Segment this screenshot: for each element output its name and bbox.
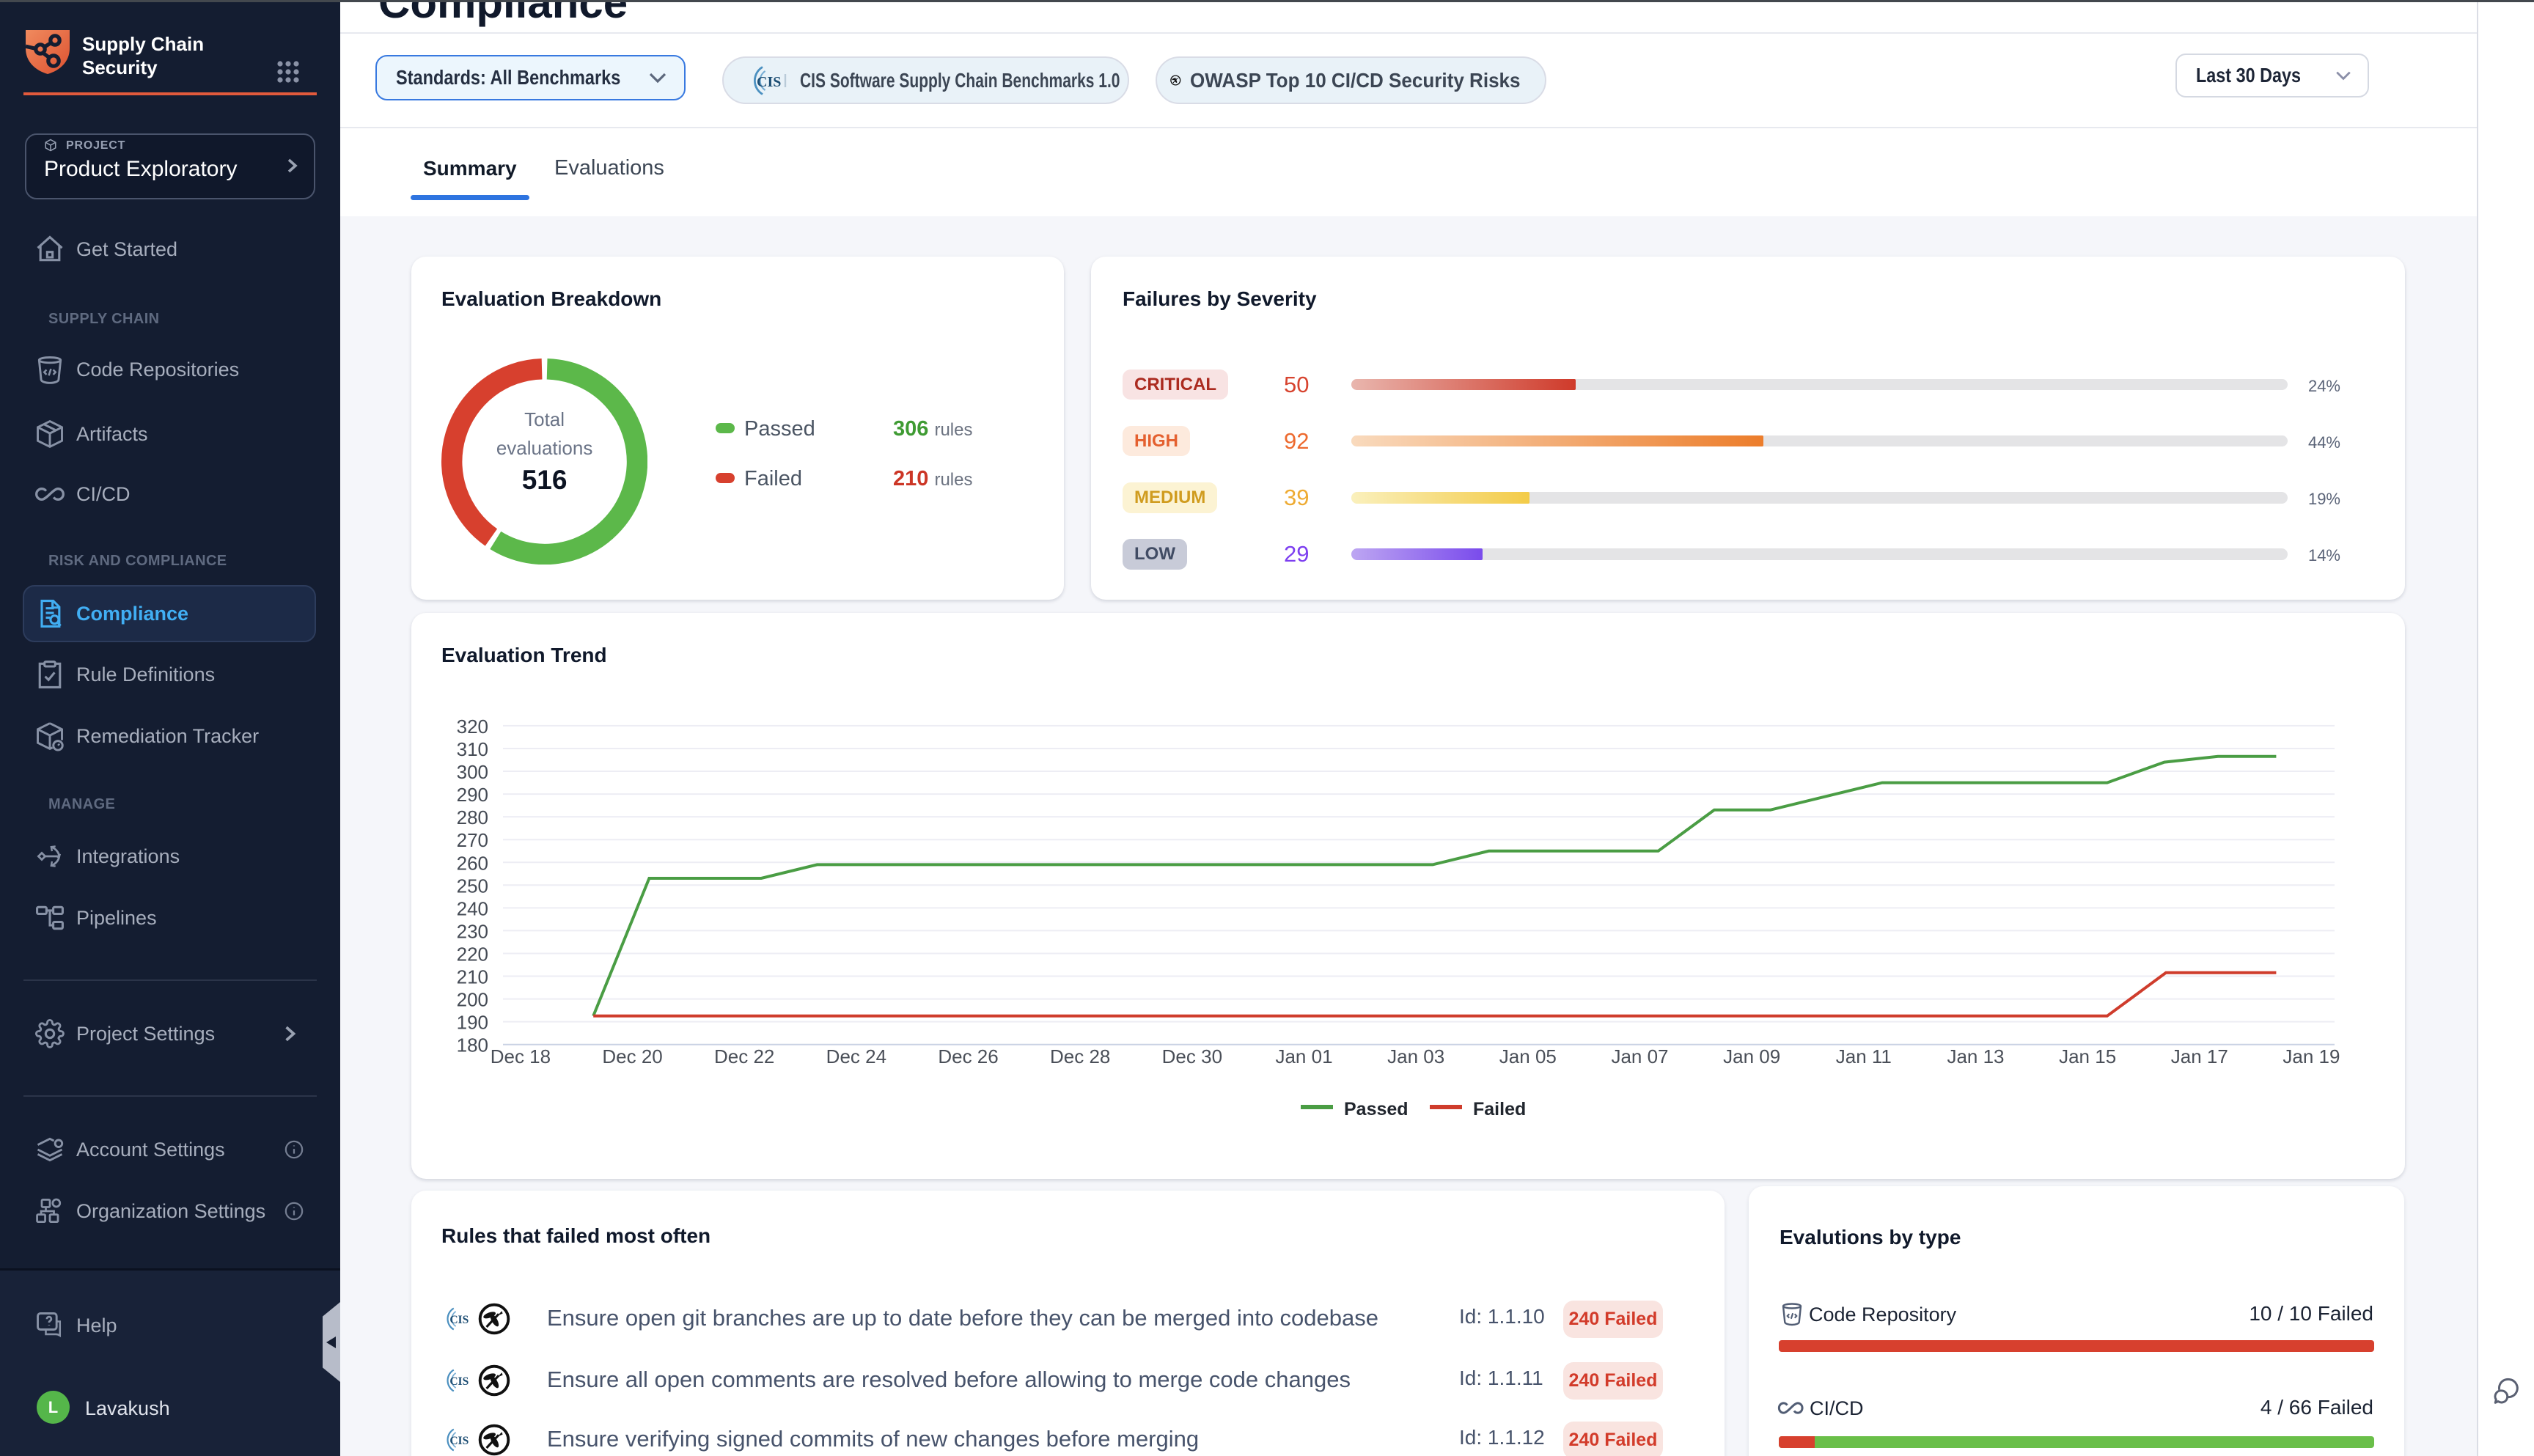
svg-text:200: 200 bbox=[457, 989, 488, 1011]
svg-text:300: 300 bbox=[457, 761, 488, 783]
svg-text:Jan 13: Jan 13 bbox=[1947, 1045, 2004, 1067]
svg-text:CIS: CIS bbox=[449, 1314, 469, 1326]
svg-text:Passed: Passed bbox=[1344, 1099, 1409, 1119]
svg-text:Dec 22: Dec 22 bbox=[714, 1045, 774, 1067]
svg-text:Dec 18: Dec 18 bbox=[491, 1045, 551, 1067]
svg-text:220: 220 bbox=[457, 943, 488, 965]
svg-text:Dec 20: Dec 20 bbox=[602, 1045, 662, 1067]
svg-text:250: 250 bbox=[457, 875, 488, 897]
svg-text:320: 320 bbox=[457, 716, 488, 738]
svg-text:Jan 19: Jan 19 bbox=[2283, 1045, 2340, 1067]
svg-text:210: 210 bbox=[457, 966, 488, 988]
svg-text:Jan 15: Jan 15 bbox=[2059, 1045, 2116, 1067]
svg-text:Dec 24: Dec 24 bbox=[826, 1045, 886, 1067]
svg-text:CIS: CIS bbox=[449, 1375, 469, 1388]
svg-text:240: 240 bbox=[457, 897, 488, 919]
svg-text:Dec 30: Dec 30 bbox=[1162, 1045, 1222, 1067]
svg-text:CIS: CIS bbox=[757, 74, 781, 90]
svg-text:310: 310 bbox=[457, 738, 488, 760]
svg-text:Dec 28: Dec 28 bbox=[1050, 1045, 1110, 1067]
svg-text:Jan 11: Jan 11 bbox=[1836, 1045, 1892, 1067]
svg-text:180: 180 bbox=[457, 1034, 488, 1056]
svg-text:230: 230 bbox=[457, 920, 488, 942]
svg-text:Failed: Failed bbox=[1473, 1099, 1526, 1119]
svg-text:Jan 01: Jan 01 bbox=[1275, 1045, 1332, 1067]
svg-text:Jan 17: Jan 17 bbox=[2171, 1045, 2228, 1067]
svg-text:Jan 03: Jan 03 bbox=[1387, 1045, 1444, 1067]
svg-text:280: 280 bbox=[457, 806, 488, 828]
svg-text:290: 290 bbox=[457, 784, 488, 806]
svg-text:CIS: CIS bbox=[449, 1435, 469, 1447]
svg-text:Jan 07: Jan 07 bbox=[1611, 1045, 1668, 1067]
svg-text:260: 260 bbox=[457, 852, 488, 874]
svg-text:Jan 09: Jan 09 bbox=[1723, 1045, 1780, 1067]
svg-text:190: 190 bbox=[457, 1012, 488, 1034]
svg-text:Dec 26: Dec 26 bbox=[938, 1045, 998, 1067]
svg-text:Jan 05: Jan 05 bbox=[1499, 1045, 1557, 1067]
svg-text:270: 270 bbox=[457, 829, 488, 851]
